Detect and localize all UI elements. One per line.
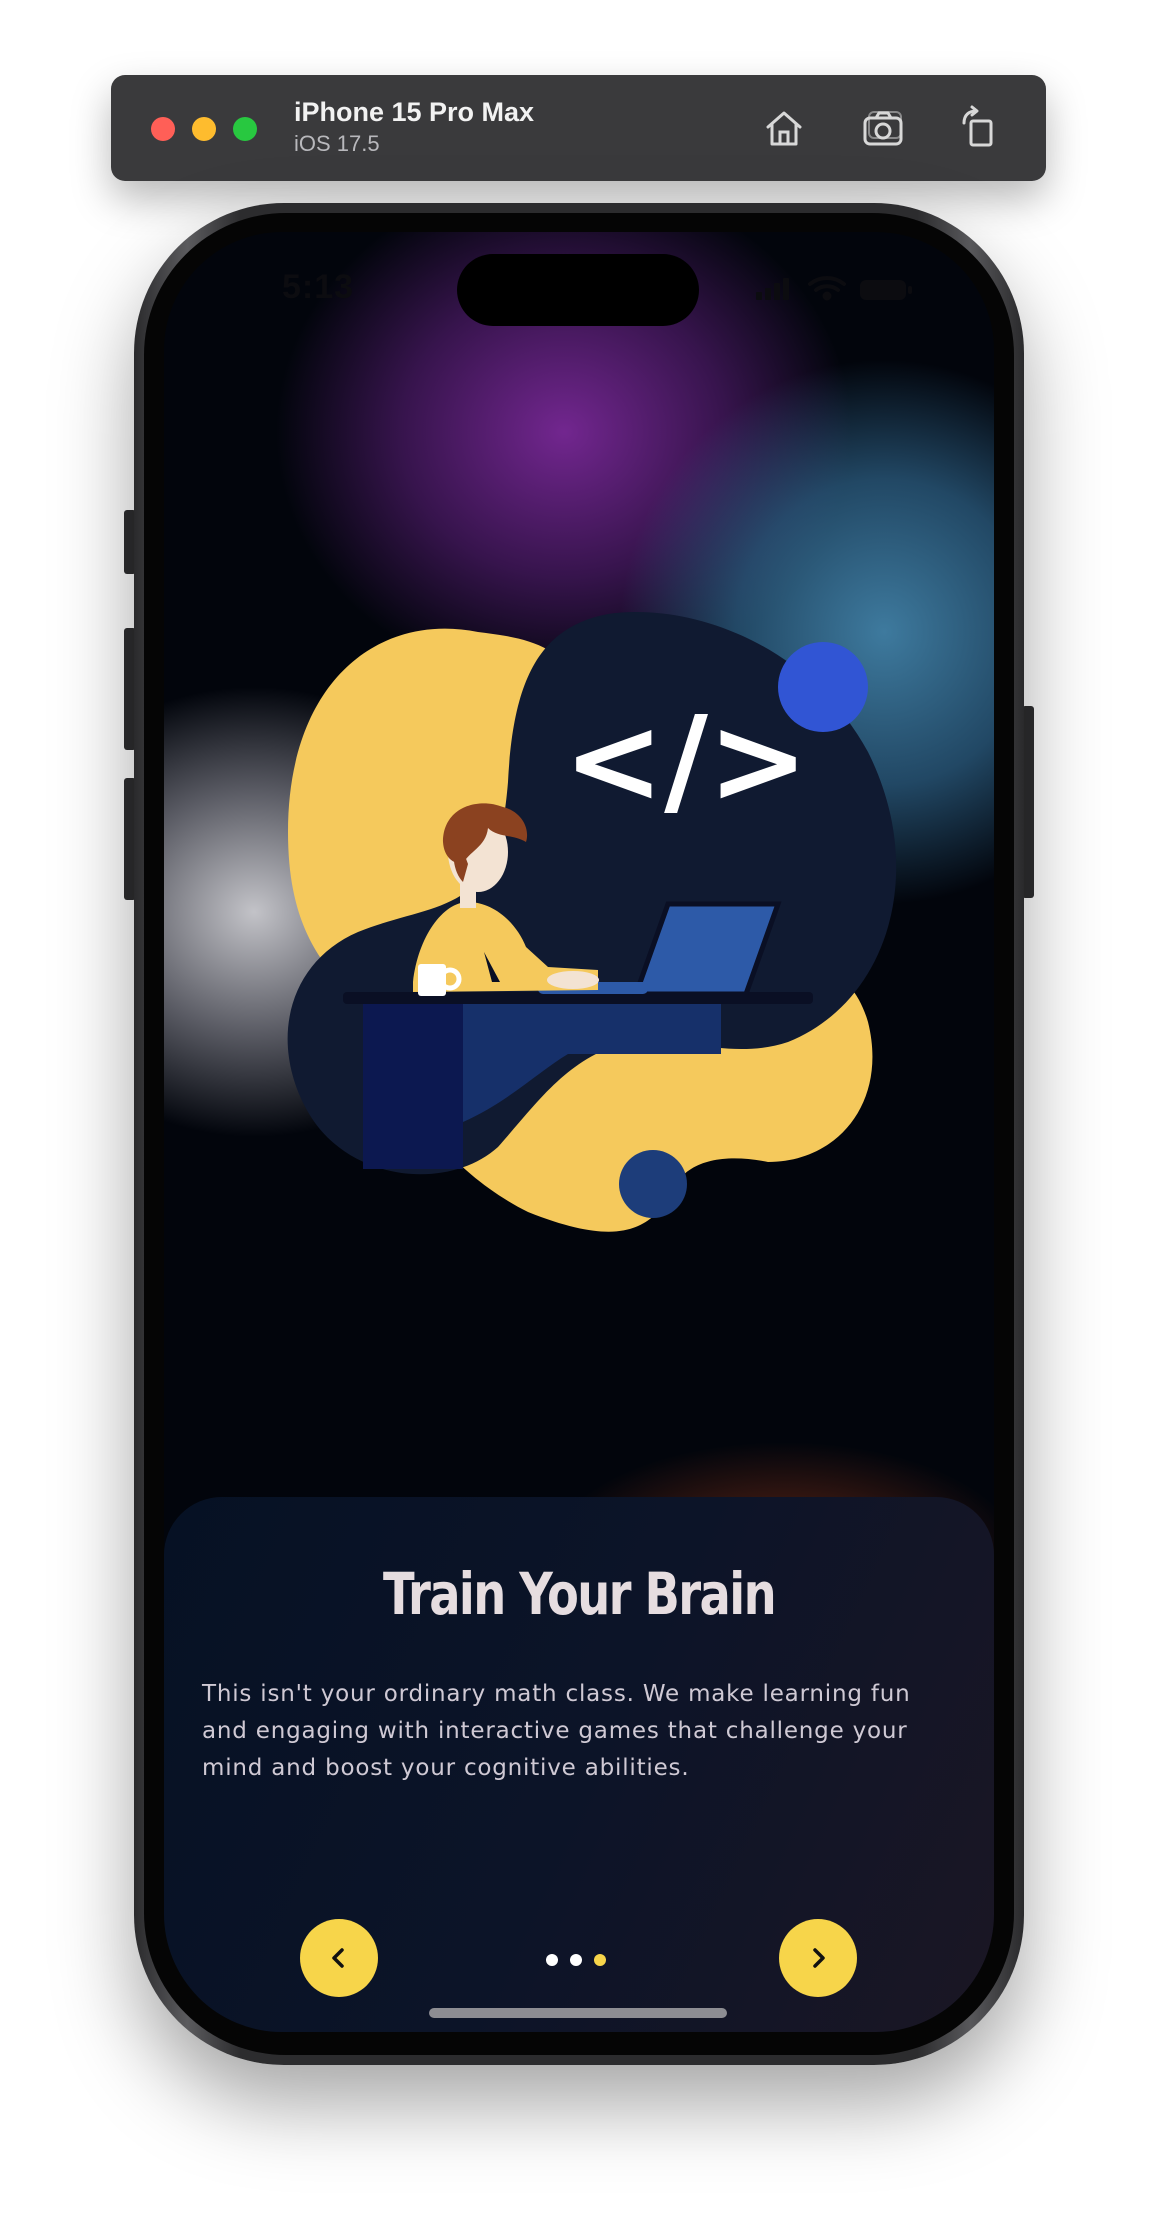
home-icon bbox=[766, 111, 802, 146]
chevron-right-icon bbox=[813, 1948, 825, 1968]
screenshot-icon bbox=[863, 111, 903, 146]
signal-icon bbox=[756, 278, 789, 300]
os-version: iOS 17.5 bbox=[294, 131, 380, 156]
previous-button[interactable] bbox=[300, 1919, 378, 1997]
next-button[interactable] bbox=[779, 1919, 857, 1997]
code-symbol: </> bbox=[564, 692, 809, 831]
simulator-toolbar: iPhone 15 Pro Max iOS 17.5 bbox=[111, 75, 1046, 181]
wifi-icon bbox=[808, 276, 846, 301]
onboarding-description: This isn't your ordinary math class. We … bbox=[202, 1681, 911, 1781]
simulator-window: iPhone 15 Pro Max iOS 17.5 5:13 </> Trai… bbox=[0, 0, 1158, 2216]
rotate-button[interactable] bbox=[954, 103, 1004, 153]
dynamic-island bbox=[457, 254, 699, 326]
blue-circle-bottom bbox=[619, 1150, 687, 1218]
onboarding-title: Train Your Brain bbox=[382, 1560, 777, 1628]
close-window-button[interactable] bbox=[151, 117, 175, 141]
home-button[interactable] bbox=[759, 103, 809, 153]
status-icons bbox=[756, 276, 912, 301]
page-dot-1[interactable] bbox=[546, 1954, 558, 1966]
rotate-icon bbox=[962, 105, 993, 147]
device-name: iPhone 15 Pro Max bbox=[294, 97, 535, 127]
coding-illustration: </> bbox=[287, 611, 897, 1232]
page-dot-2[interactable] bbox=[570, 1954, 582, 1966]
app-screen: 5:13 </> Train Your Brain This isn't you… bbox=[164, 232, 994, 2032]
zoom-window-button[interactable] bbox=[233, 117, 257, 141]
screenshot-button[interactable] bbox=[859, 103, 909, 153]
battery-icon bbox=[860, 280, 912, 300]
minimize-window-button[interactable] bbox=[192, 117, 216, 141]
status-time: 5:13 bbox=[282, 268, 355, 306]
chevron-left-icon bbox=[332, 1948, 344, 1968]
home-indicator bbox=[429, 2008, 727, 2018]
page-dot-3[interactable] bbox=[594, 1954, 606, 1966]
page-indicator bbox=[522, 1954, 632, 1968]
